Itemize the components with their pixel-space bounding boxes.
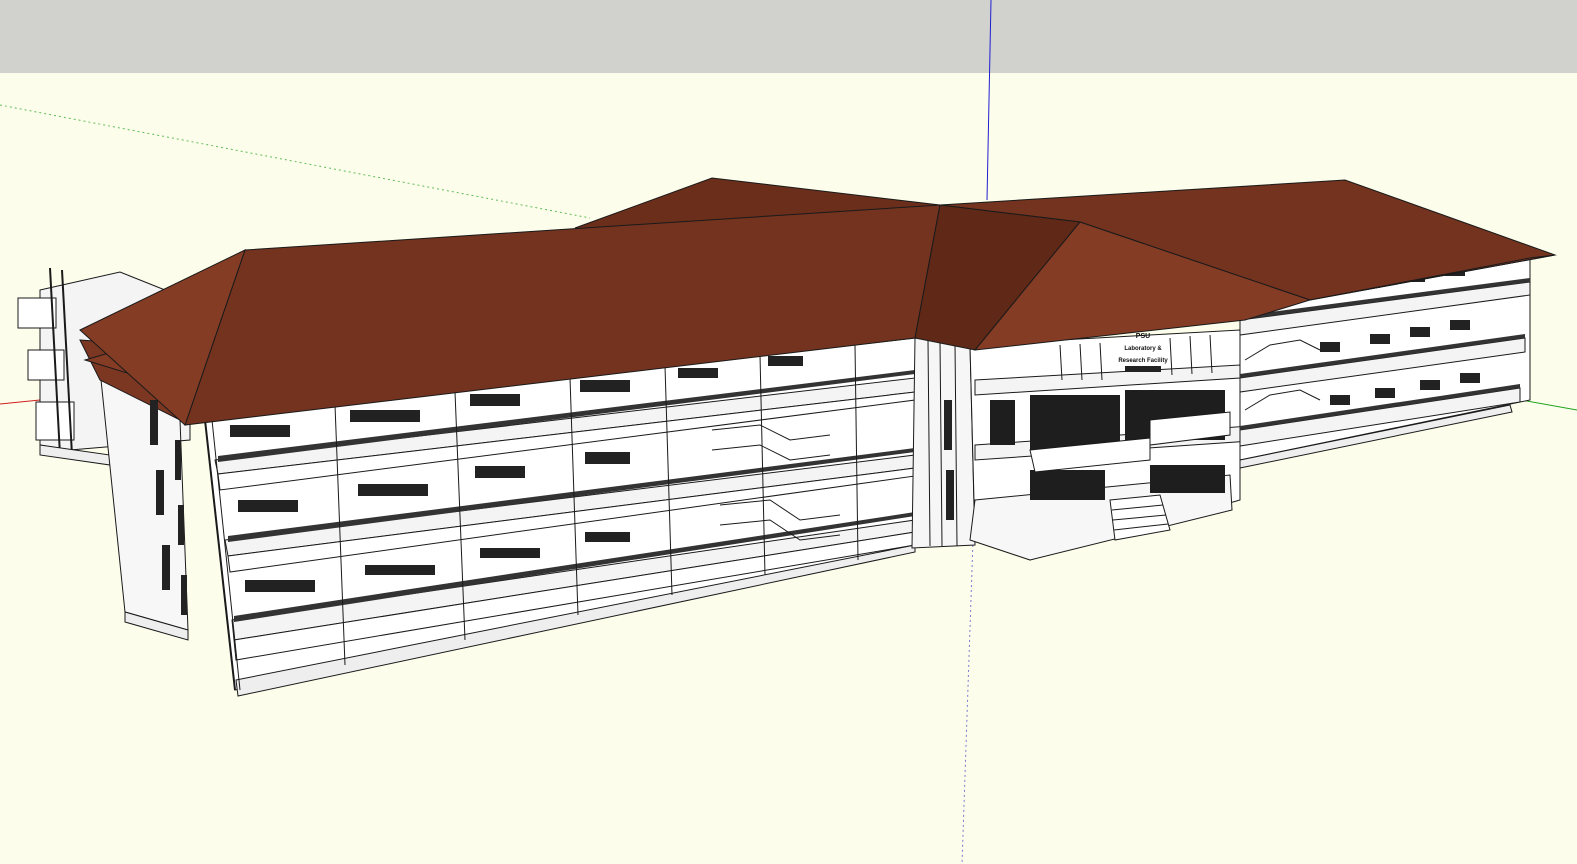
window [358, 484, 428, 496]
window [1410, 327, 1430, 337]
window [1460, 373, 1480, 383]
3d-scene[interactable]: PSU Laboratory & Research Facility [0, 0, 1577, 864]
window [768, 356, 803, 366]
window [238, 500, 298, 512]
window [470, 394, 520, 406]
window [365, 565, 435, 575]
window [585, 532, 630, 542]
window [1320, 342, 1340, 352]
window [1370, 334, 1390, 344]
entrance-block: PSU Laboratory & Research Facility [969, 329, 1266, 561]
blue-axis [986, 0, 992, 201]
svg-text:Research Facility: Research Facility [1118, 358, 1168, 364]
red-axis [0, 399, 41, 405]
window [678, 368, 718, 378]
green-axis-dotted [0, 104, 591, 219]
window [1420, 380, 1440, 390]
window [1330, 395, 1350, 405]
window [580, 380, 630, 392]
window [475, 466, 525, 478]
window [1375, 388, 1395, 398]
left-balcony [17, 297, 57, 329]
svg-text:PSU: PSU [1136, 333, 1150, 340]
blue-axis-dotted [961, 539, 974, 864]
window [1450, 320, 1470, 330]
modeling-viewport[interactable]: PSU Laboratory & Research Facility [0, 0, 1577, 864]
window [350, 410, 420, 422]
svg-text:Laboratory &: Laboratory & [1124, 346, 1162, 352]
window [585, 452, 630, 464]
window [480, 548, 540, 558]
window [230, 425, 290, 437]
window [245, 580, 315, 592]
